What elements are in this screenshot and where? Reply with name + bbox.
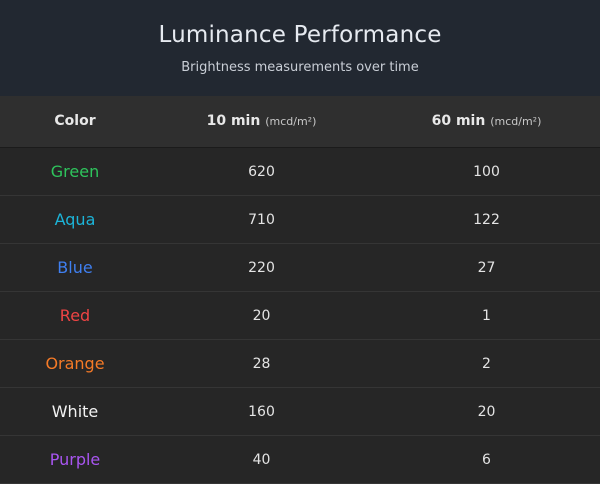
row-value-60min: 2 (482, 356, 491, 372)
chart-header: Luminance Performance Brightness measure… (0, 0, 600, 96)
row-color-name: Purple (49, 450, 101, 469)
column-header-color: Color (54, 113, 96, 129)
row-color-name: White (51, 402, 99, 421)
column-header-60min: 60 min (mcd/m²) (373, 96, 600, 147)
row-value-10min: 20 (252, 308, 271, 324)
table-row: Red 20 1 (0, 292, 600, 340)
column-header-10min-unit: (mcd/m²) (265, 115, 317, 128)
row-color-name: Blue (57, 258, 93, 277)
row-color-name: Red (59, 306, 91, 325)
chart-title: Luminance Performance (158, 22, 442, 48)
column-header-60min-label: 60 min (431, 113, 486, 129)
row-value-60min: 122 (473, 212, 500, 228)
chart-subtitle: Brightness measurements over time (181, 60, 419, 75)
table-row: Orange 28 2 (0, 340, 600, 388)
column-header-60min-unit: (mcd/m²) (490, 115, 542, 128)
row-value-10min: 620 (248, 164, 275, 180)
row-value-60min: 100 (473, 164, 500, 180)
row-color-name: Orange (45, 354, 105, 373)
row-value-10min: 28 (252, 356, 271, 372)
table-header-row: Color 10 min (mcd/m²) 60 min (mcd/m²) (0, 96, 600, 148)
row-color-name: Aqua (54, 210, 96, 229)
row-value-60min: 1 (482, 308, 491, 324)
row-value-60min: 20 (477, 404, 496, 420)
table-row: Aqua 710 122 (0, 196, 600, 244)
row-value-10min: 160 (248, 404, 275, 420)
row-value-10min: 40 (252, 452, 271, 468)
row-color-name: Green (50, 162, 100, 181)
row-value-10min: 710 (248, 212, 275, 228)
table-row: Purple 40 6 (0, 436, 600, 484)
table-row: Green 620 100 (0, 148, 600, 196)
row-value-10min: 220 (248, 260, 275, 276)
row-value-60min: 6 (482, 452, 491, 468)
column-header-10min: 10 min (mcd/m²) (150, 96, 373, 147)
table-row: Blue 220 27 (0, 244, 600, 292)
column-header-10min-label: 10 min (206, 113, 261, 129)
row-value-60min: 27 (477, 260, 496, 276)
table-row: White 160 20 (0, 388, 600, 436)
